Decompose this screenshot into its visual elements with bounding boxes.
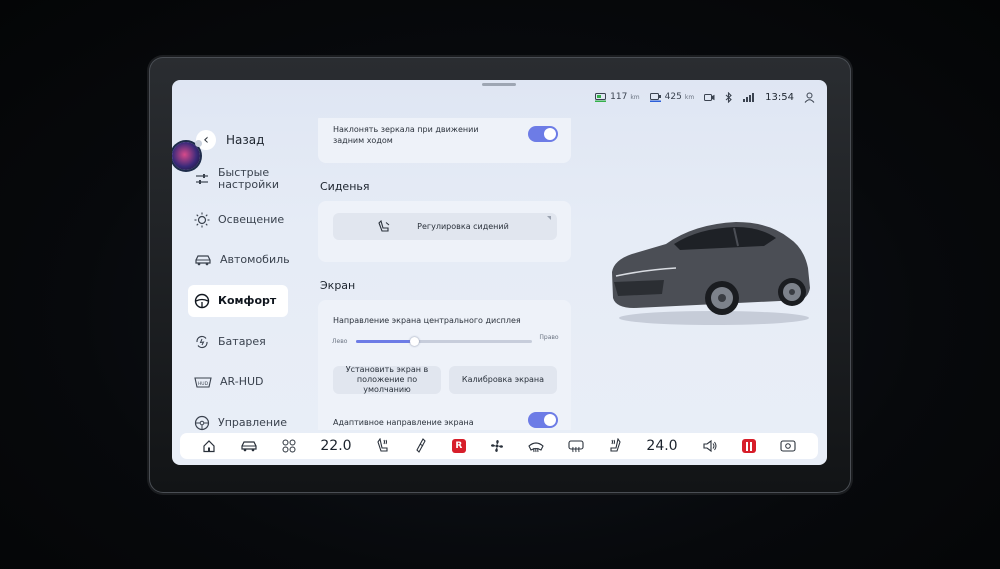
dashcam-icon (704, 93, 715, 101)
seat-adjust-button[interactable]: Регулировка сидений (333, 213, 557, 240)
passenger-temperature[interactable]: 24.0 (646, 438, 677, 454)
battery-range-icon (595, 92, 607, 102)
sidebar-item-quick-settings[interactable]: Быстрые настройки (188, 163, 288, 195)
app-shortcut-red-icon[interactable]: R (451, 439, 466, 453)
notification-pull-handle[interactable] (482, 83, 516, 86)
default-position-button[interactable]: Установить экран в положение по умолчани… (333, 365, 441, 394)
hud-icon: HUD (194, 377, 212, 388)
sidebar-item-label: Управление (218, 416, 288, 429)
adaptive-direction-label: Адаптивное направление экрана (333, 418, 474, 427)
steering-wheel-icon (194, 293, 210, 309)
mirror-card: Наклонять зеркала при движении задним хо… (318, 118, 571, 163)
camera-icon[interactable] (780, 440, 796, 452)
default-position-label: Установить экран в положение по умолчани… (345, 365, 429, 394)
mirror-tilt-label: Наклонять зеркала при движении задним хо… (333, 125, 479, 145)
sidebar-item-label: Автомобиль (220, 253, 290, 266)
seat-heating-left-icon[interactable] (376, 438, 390, 454)
range-electric-unit: km (630, 93, 640, 101)
slider-knob[interactable] (409, 337, 419, 346)
sidebar-item-label: Батарея (218, 335, 266, 348)
corner-indicator (547, 216, 551, 220)
settings-content: Наклонять зеркала при движении задним хо… (318, 118, 571, 430)
bluetooth-icon (725, 91, 732, 103)
signal-icon (743, 92, 755, 102)
svg-text:HUD: HUD (198, 381, 209, 387)
vehicle-image (612, 222, 810, 325)
screen-direction-slider[interactable] (356, 337, 532, 346)
seat-adjust-label: Регулировка сидений (417, 221, 509, 231)
range-total-unit: km (684, 93, 695, 101)
app-shortcut-media-icon[interactable] (741, 439, 756, 453)
slider-right-label: Право (539, 334, 559, 341)
sidebar-item-lighting[interactable]: Освещение (188, 204, 288, 236)
vehicle-icon[interactable] (240, 440, 258, 452)
home-icon[interactable] (202, 439, 216, 453)
rear-defrost-icon[interactable] (568, 439, 584, 453)
seat-icon (378, 219, 390, 232)
seats-section-title: Сиденья (320, 180, 370, 193)
sidebar-item-label: Комфорт (218, 294, 277, 307)
seat-massage-icon[interactable] (414, 438, 428, 454)
toggle-knob (544, 128, 556, 140)
sun-icon (194, 212, 210, 228)
sidebar-item-label: AR-HUD (220, 375, 264, 388)
car-icon (195, 255, 211, 266)
sidebar-item-comfort[interactable]: Комфорт (188, 285, 288, 317)
sidebar-item-ar-hud[interactable]: HUD AR-HUD (188, 366, 288, 398)
front-defrost-icon[interactable] (528, 439, 544, 453)
slider-left-label: Лево (332, 338, 348, 345)
adaptive-direction-toggle[interactable] (528, 412, 558, 428)
bottom-dock: 22.0 R 24.0 (180, 433, 818, 459)
driver-temperature[interactable]: 22.0 (320, 438, 351, 454)
fuel-range-icon (649, 92, 661, 102)
calibration-label: Калибровка экрана (461, 375, 545, 384)
fan-icon[interactable] (490, 439, 504, 453)
mirror-tilt-toggle[interactable] (528, 126, 558, 142)
sidebar-item-label: Освещение (218, 213, 285, 226)
user-profile-icon[interactable] (804, 92, 815, 103)
infotainment-screen: 117 km 425 km 13:54 ‹ Назад Быстрые наст… (172, 80, 827, 465)
clock: 13:54 (765, 91, 794, 103)
volume-icon[interactable] (702, 439, 718, 453)
range-total-value: 425 (664, 92, 682, 102)
seats-card: Регулировка сидений (318, 201, 571, 262)
slider-fill (356, 340, 415, 343)
steering-icon (194, 415, 210, 431)
toggle-knob (544, 414, 556, 426)
status-bar: 117 km 425 km 13:54 (595, 89, 815, 105)
range-electric: 117 km (595, 92, 640, 102)
sidebar-item-battery[interactable]: Батарея (188, 326, 288, 358)
calibration-button[interactable]: Калибровка экрана (449, 366, 557, 394)
back-button[interactable]: ‹ Назад (196, 130, 264, 150)
sidebar-item-vehicle[interactable]: Автомобиль (188, 244, 290, 276)
range-total: 425 km (649, 92, 695, 102)
screen-direction-label: Направление экрана центрального дисплея (333, 316, 521, 325)
range-electric-value: 117 (610, 92, 628, 102)
assistant-badge (195, 140, 202, 147)
seat-heating-right-icon[interactable] (608, 438, 622, 454)
sidebar-item-label: Быстрые настройки (218, 166, 280, 191)
screen-card: Направление экрана центрального дисплея … (318, 300, 571, 430)
sliders-icon (196, 174, 208, 184)
back-label: Назад (226, 133, 265, 147)
battery-cycle-icon (196, 335, 208, 349)
screen-section-title: Экран (320, 279, 356, 292)
apps-grid-icon[interactable] (282, 439, 296, 453)
